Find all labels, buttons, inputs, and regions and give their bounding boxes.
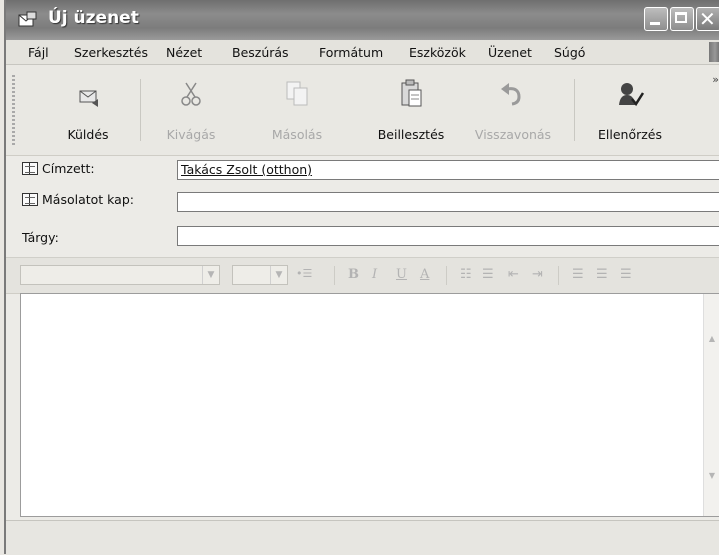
title-bar[interactable]: Új üzenet ✕ <box>6 0 719 40</box>
undo-label: Visszavonás <box>474 127 552 142</box>
format-separator <box>558 266 559 285</box>
copy-label: Másolás <box>271 127 323 142</box>
maximize-button[interactable] <box>670 7 694 31</box>
menu-help[interactable]: Súgó <box>554 45 585 60</box>
cut-label: Kivágás <box>166 127 216 142</box>
menu-tools[interactable]: Eszközök <box>409 45 466 60</box>
close-button[interactable]: ✕ <box>696 7 719 31</box>
toolbar-chevron-icon[interactable]: » <box>712 73 719 86</box>
windows-logo-icon <box>709 42 719 62</box>
message-header: Címzett: Takács Zsolt (otthon) Másolatot… <box>6 156 719 256</box>
menu-view[interactable]: Nézet <box>166 45 202 60</box>
font-name-select[interactable]: ▼ <box>20 265 220 285</box>
message-body[interactable]: ▲ ▼ <box>20 293 719 517</box>
address-book-icon <box>22 193 38 206</box>
spellcheck-label: Ellenőrzés <box>597 127 662 142</box>
menu-format[interactable]: Formátum <box>319 45 383 60</box>
send-label: Küldés <box>67 127 109 142</box>
paste-button[interactable]: Beillesztés <box>366 77 456 142</box>
send-icon <box>79 90 98 107</box>
align-right-icon[interactable]: ☰ <box>620 267 632 282</box>
status-bar <box>6 520 719 555</box>
formatting-toolbar: ▼ ▼ •☰ B I U A ☷ ☰ ⇤ ⇥ ☰ ☰ ☰ <box>6 257 719 294</box>
format-separator <box>334 266 335 285</box>
chevron-down-icon: ▼ <box>270 266 287 284</box>
underline-button[interactable]: U <box>396 267 407 282</box>
paragraph-style-icon[interactable]: •☰ <box>296 267 312 280</box>
cc-field[interactable] <box>177 192 719 212</box>
vertical-scrollbar[interactable]: ▲ ▼ <box>703 294 719 516</box>
font-size-select[interactable]: ▼ <box>232 265 288 285</box>
window-title: Új üzenet <box>48 8 139 28</box>
main-toolbar: Küldés Kivágás Másolás Beillesztés Vissz… <box>6 65 719 156</box>
paste-label: Beillesztés <box>377 127 445 142</box>
menu-bar: Fájl Szerkesztés Nézet Beszúrás Formátum… <box>6 40 719 65</box>
menu-file[interactable]: Fájl <box>28 45 49 60</box>
minimize-button[interactable] <box>644 7 668 31</box>
spellcheck-button[interactable]: Ellenőrzés <box>588 77 672 142</box>
align-left-icon[interactable]: ☰ <box>572 267 584 282</box>
cc-label: Másolatot kap: <box>42 192 134 207</box>
undo-button[interactable]: Visszavonás <box>468 77 558 142</box>
to-label: Címzett: <box>42 161 95 176</box>
menu-insert[interactable]: Beszúrás <box>232 45 289 60</box>
increase-indent-icon[interactable]: ⇥ <box>532 267 543 282</box>
numbered-list-icon[interactable]: ☷ <box>460 267 472 282</box>
toolbar-grip[interactable] <box>12 75 15 145</box>
send-button[interactable]: Küldés <box>58 77 118 142</box>
close-icon: ✕ <box>699 7 716 31</box>
paste-icon <box>401 79 422 107</box>
copy-icon <box>286 81 308 106</box>
maximize-icon <box>675 12 687 23</box>
to-recipient[interactable]: Takács Zsolt (otthon) <box>181 162 312 177</box>
cc-button[interactable]: Másolatot kap: <box>22 192 134 207</box>
toolbar-separator <box>140 79 141 141</box>
compose-window: Új üzenet ✕ Fájl Szerkesztés Nézet Beszú… <box>4 0 719 555</box>
subject-label: Tárgy: <box>22 230 59 245</box>
scroll-up-icon[interactable]: ▲ <box>706 334 718 343</box>
minimize-icon <box>650 22 660 25</box>
menu-edit[interactable]: Szerkesztés <box>74 45 148 60</box>
chevron-down-icon: ▼ <box>202 266 219 284</box>
align-center-icon[interactable]: ☰ <box>596 267 608 282</box>
to-button[interactable]: Címzett: <box>22 161 95 176</box>
menu-message[interactable]: Üzenet <box>488 45 532 60</box>
toolbar-separator <box>574 79 575 141</box>
envelope-icon <box>18 11 37 27</box>
bullet-list-icon[interactable]: ☰ <box>482 267 494 282</box>
cut-button[interactable]: Kivágás <box>156 77 226 142</box>
to-field[interactable]: Takács Zsolt (otthon) <box>177 160 719 180</box>
undo-icon <box>501 83 521 106</box>
subject-label-wrap: Tárgy: <box>22 230 59 245</box>
subject-field[interactable] <box>177 226 719 246</box>
format-separator <box>446 266 447 285</box>
scroll-down-icon[interactable]: ▼ <box>706 471 718 480</box>
decrease-indent-icon[interactable]: ⇤ <box>508 267 519 282</box>
font-color-button[interactable]: A <box>420 267 429 282</box>
copy-button[interactable]: Másolás <box>262 77 332 142</box>
bold-button[interactable]: B <box>348 267 359 282</box>
address-book-icon <box>22 162 38 175</box>
scissors-icon <box>181 82 201 106</box>
italic-button[interactable]: I <box>372 267 377 282</box>
spellcheck-icon <box>619 83 645 107</box>
